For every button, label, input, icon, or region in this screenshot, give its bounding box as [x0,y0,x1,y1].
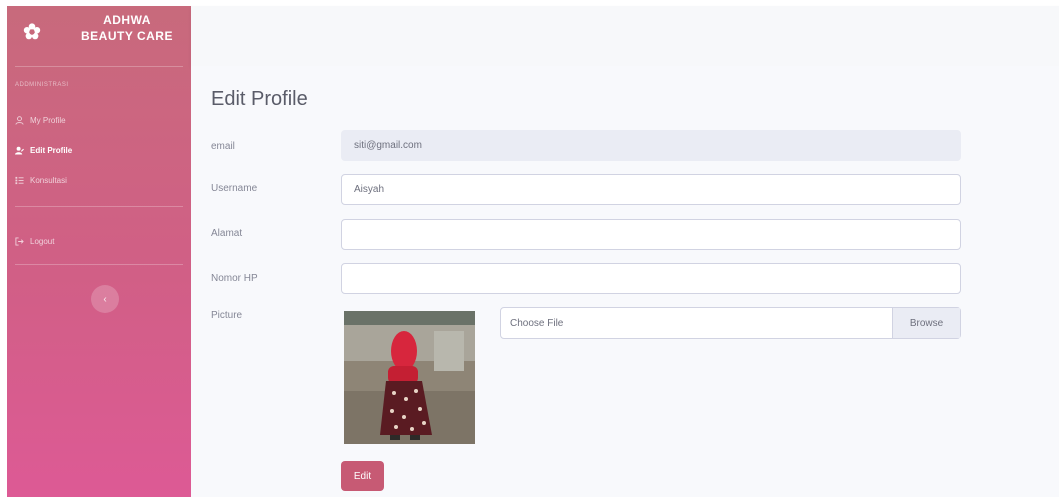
sidebar-divider [15,206,183,207]
username-field[interactable] [341,174,961,205]
sidebar-divider [15,264,183,265]
user-icon [15,115,24,125]
sidebar-brand[interactable]: ADHWA BEAUTY CARE [7,6,191,62]
sidebar-item-my-profile[interactable]: My Profile [15,112,66,128]
sidebar-item-logout[interactable]: Logout [15,233,54,249]
page-title: Edit Profile [211,88,308,110]
sidebar-heading: Addministrasi [15,82,69,88]
nomor-hp-label: Nomor HP [211,273,258,284]
sidebar: ADHWA BEAUTY CARE Addministrasi My Profi… [7,6,191,497]
email-label: email [211,141,235,152]
brand-line-1: ADHWA [103,13,151,27]
alamat-field[interactable] [341,219,961,250]
brand-line-2: BEAUTY CARE [81,29,173,43]
sidebar-item-label: Logout [30,236,55,246]
profile-photo-image [344,311,475,444]
sidebar-item-label: Edit Profile [30,145,73,155]
sidebar-item-label: Konsultasi [30,175,67,185]
main-content: Edit Profile email Username Alamat Nomor… [191,66,1059,497]
sidebar-item-edit-profile[interactable]: Edit Profile [15,142,72,158]
edit-submit-button[interactable]: Edit [341,461,384,491]
nomor-hp-field[interactable] [341,263,961,294]
flower-logo-icon [23,23,41,40]
topbar [191,6,1059,66]
browse-button[interactable]: Browse [892,308,960,338]
chevron-left-icon: ‹ [103,293,107,305]
profile-picture [344,311,475,444]
sign-out-icon [15,236,24,246]
alamat-label: Alamat [211,228,243,239]
sidebar-toggle-button[interactable]: ‹ [91,285,119,313]
picture-label: Picture [211,310,243,321]
email-field[interactable] [341,130,961,161]
sidebar-divider [15,66,183,67]
choose-file-label[interactable]: Choose File [501,308,892,338]
picture-file-input[interactable]: Choose File Browse [500,307,961,339]
list-icon [15,176,24,184]
sidebar-item-label: My Profile [30,115,66,125]
username-label: Username [211,183,258,194]
sidebar-item-konsultasi[interactable]: Konsultasi [15,172,67,188]
user-edit-icon [15,146,24,155]
brand-name: ADHWA BEAUTY CARE [67,12,187,44]
